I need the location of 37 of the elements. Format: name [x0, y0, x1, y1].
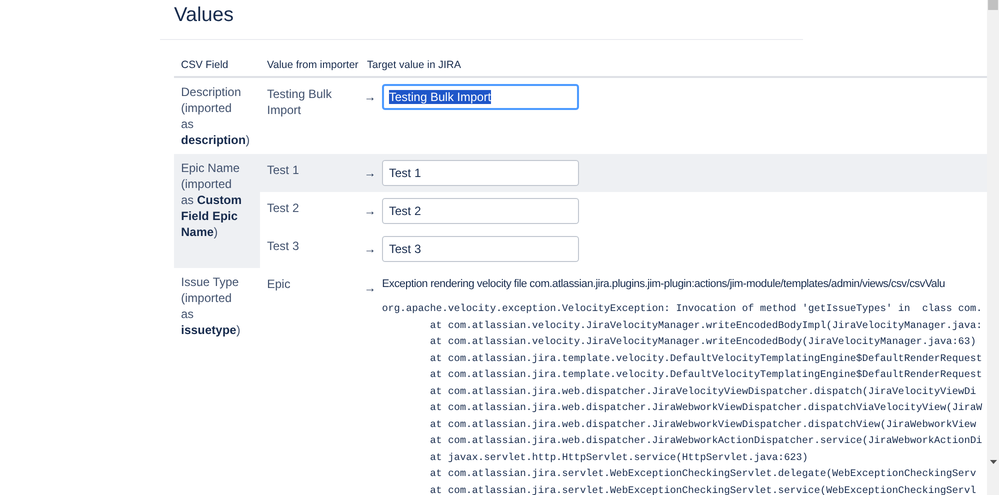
importer-value: Test 1 [267, 163, 300, 177]
arrow-glyph: → [364, 242, 376, 256]
column-header: CSV Field [181, 59, 228, 71]
arrow-glyph: → [364, 166, 376, 180]
input-field[interactable]: Test 1 [382, 160, 579, 186]
stack-trace-line: at com.atlassian.jira.web.dispatcher.JiraWebworkActionDispatcher.service(JiraWebworkActionDi [429, 434, 984, 449]
column-header: Target value in JIRA [367, 59, 461, 71]
column-header: Value from importer [267, 59, 358, 71]
csv-field-label: Description (imported as description) [181, 84, 247, 148]
arrow-glyph: → [364, 281, 376, 295]
scrollbar-thumb[interactable] [988, 0, 998, 10]
input-field[interactable]: Test 3 [382, 236, 579, 262]
csv-field-label: Issue Type (imported as issuetype) [181, 274, 242, 338]
importer-value: Epic [267, 277, 290, 291]
scroll-down-arrow-icon[interactable] [990, 460, 997, 464]
stack-trace-line: at com.atlassian.jira.web.dispatcher.JiraWebworkViewDispatcher.dispatchView(JiraWebworkView [429, 418, 978, 432]
csv-field-label: Epic Name (imported as Custom Field Epic Name) [181, 160, 243, 240]
stack-trace-line: at javax.servlet.http.HttpServlet.service(HttpServlet.java:623) [429, 452, 810, 466]
stack-trace-line: at com.atlassian.jira.template.velocity.DefaultVelocityTemplatingEngine$DefaultRenderRequest [429, 352, 984, 366]
stack-trace-line: at com.atlassian.jira.template.velocity.DefaultVelocityTemplatingEngine$DefaultRenderRequest [429, 368, 984, 383]
page-title: Values [174, 3, 235, 27]
stack-trace-line: org.apache.velocity.exception.VelocityException: Invocation of method 'getIssueTypes' in class com. [382, 302, 984, 317]
stack-trace-line: at com.atlassian.jira.web.dispatcher.JiraWebworkViewDispatcher.dispatchViaVelocityView(JiraW [429, 402, 984, 416]
arrow-glyph: → [364, 90, 376, 104]
stack-trace-line: at com.atlassian.jira.servlet.WebExceptionCheckingServlet.delegate(WebExceptionCheckingServ [429, 468, 978, 482]
stack-trace-line: at com.atlassian.jira.web.dispatcher.JiraVelocityViewDispatcher.dispatch(JiraVelocityViewDi [429, 386, 978, 400]
stack-trace-line: at com.atlassian.velocity.JiraVelocityManager.writeEncodedBody(JiraVelocityManager.java:63) [429, 336, 978, 350]
importer-value: Test 2 [267, 201, 300, 215]
input-field[interactable]: Test 2 [382, 198, 579, 224]
importer-value: Testing Bulk Import [267, 87, 332, 117]
input-field[interactable]: Testing Bulk Import [382, 84, 579, 110]
importer-value: Test 3 [267, 239, 300, 253]
error-message: Exception rendering velocity file com.atlassian.jira.plugins.jim-plugin:actions/jim-module/templates/admin/views/csv/csvValu [382, 277, 946, 292]
scrollbar[interactable] [987, 0, 999, 495]
stack-trace-line: at com.atlassian.jira.servlet.WebExceptionCheckingServlet.service(WebExceptionCheckingServl [429, 484, 978, 495]
stack-trace-line: at com.atlassian.velocity.JiraVelocityManager.writeEncodedBodyImpl(JiraVelocityManager.java: [429, 320, 984, 334]
arrow-glyph: → [364, 204, 376, 218]
